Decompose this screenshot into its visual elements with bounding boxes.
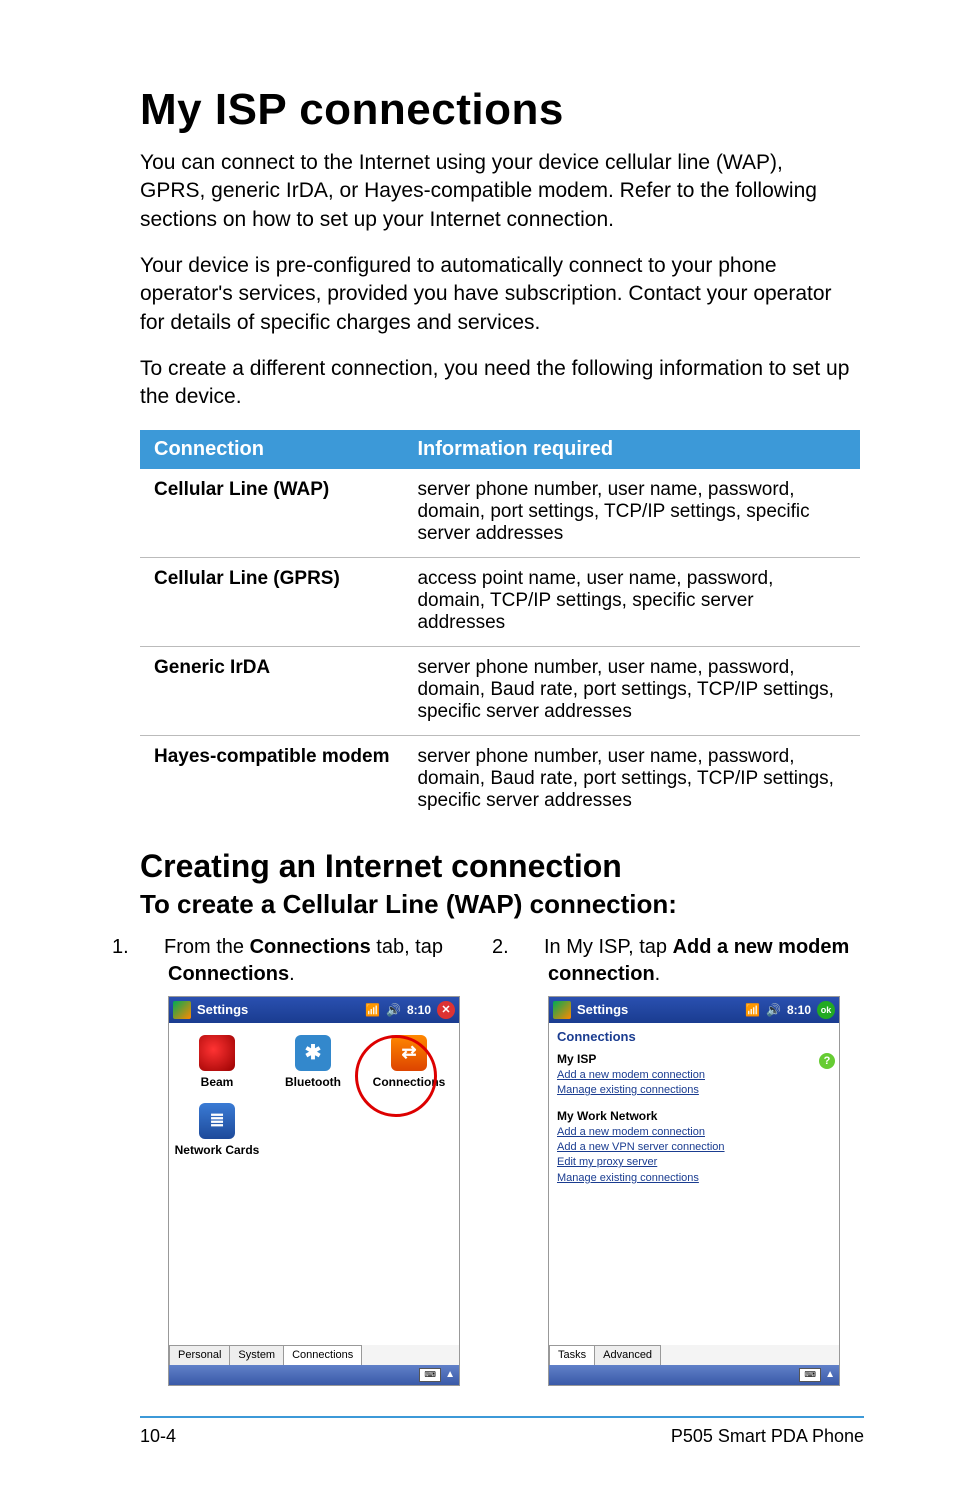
link-manage-work[interactable]: Manage existing connections [557, 1171, 831, 1186]
group-title: My Work Network [557, 1109, 831, 1123]
tab-personal[interactable]: Personal [169, 1345, 230, 1365]
speaker-icon: 🔊 [766, 1003, 781, 1017]
keyboard-icon[interactable]: ⌨ [799, 1368, 821, 1382]
link-add-vpn-work[interactable]: Add a new VPN server connection [557, 1140, 831, 1155]
conn-name: Cellular Line (WAP) [140, 469, 403, 558]
tab-system[interactable]: System [229, 1345, 284, 1365]
group-my-work-network: My Work Network Add a new modem connecti… [549, 1107, 839, 1195]
group-title: My ISP [557, 1052, 831, 1066]
bottom-bar: ⌨ ▲ [549, 1365, 839, 1385]
signal-icon: 📶 [365, 1003, 380, 1017]
ok-icon[interactable]: ok [817, 1001, 835, 1019]
close-icon[interactable]: ✕ [437, 1001, 455, 1019]
icon-beam[interactable]: Beam [169, 1031, 265, 1099]
intro-para-3: To create a different connection, you ne… [140, 355, 850, 412]
window-title: Settings [197, 1002, 248, 1017]
tab-tasks[interactable]: Tasks [549, 1345, 595, 1365]
screenshot-connections-tasks: Settings 📶 🔊 8:10 ok Connections ? My IS… [548, 996, 840, 1386]
page-footer: 10-4 P505 Smart PDA Phone [140, 1416, 864, 1447]
tab-connections[interactable]: Connections [283, 1345, 362, 1365]
table-row: Hayes-compatible modem server phone numb… [140, 735, 860, 824]
icon-connections[interactable]: ⇄ Connections [361, 1031, 457, 1099]
titlebar: Settings 📶 🔊 8:10 ok [549, 997, 839, 1023]
document-title: P505 Smart PDA Phone [671, 1426, 864, 1447]
connections-table: Connection Information required Cellular… [140, 430, 860, 824]
up-arrow-icon[interactable]: ▲ [445, 1369, 455, 1380]
signal-icon: 📶 [745, 1003, 760, 1017]
tab-bar: Tasks Advanced [549, 1345, 839, 1365]
table-row: Cellular Line (WAP) server phone number,… [140, 469, 860, 558]
table-header-connection: Connection [140, 430, 403, 469]
section-subtitle: Creating an Internet connection [140, 848, 864, 885]
table-row: Generic IrDA server phone number, user n… [140, 646, 860, 735]
page-header: Connections [549, 1023, 839, 1050]
start-flag-icon[interactable] [553, 1001, 571, 1019]
icon-label: Connections [373, 1075, 446, 1089]
group-my-isp: My ISP Add a new modem connection Manage… [549, 1050, 839, 1107]
link-manage-isp[interactable]: Manage existing connections [557, 1083, 831, 1098]
step-number: 1. [140, 934, 164, 961]
conn-name: Hayes-compatible modem [140, 735, 403, 824]
bluetooth-icon: ✱ [295, 1035, 331, 1071]
page-title: My ISP connections [140, 85, 864, 135]
step-1-text: 1.From the Connections tab, tap Connecti… [140, 934, 480, 988]
window-title: Settings [577, 1002, 628, 1017]
titlebar: Settings 📶 🔊 8:10 ✕ [169, 997, 459, 1023]
speaker-icon: 🔊 [386, 1003, 401, 1017]
link-add-modem-isp[interactable]: Add a new modem connection [557, 1068, 831, 1083]
page-number: 10-4 [140, 1426, 176, 1447]
help-icon[interactable]: ? [819, 1053, 835, 1069]
icon-network-cards[interactable]: ≣ Network Cards [169, 1099, 265, 1167]
link-edit-proxy[interactable]: Edit my proxy server [557, 1155, 831, 1170]
tab-bar: Personal System Connections [169, 1345, 459, 1365]
conn-name: Generic IrDA [140, 646, 403, 735]
step-number: 2. [520, 934, 544, 961]
up-arrow-icon[interactable]: ▲ [825, 1369, 835, 1380]
link-add-modem-work[interactable]: Add a new modem connection [557, 1125, 831, 1140]
bottom-bar: ⌨ ▲ [169, 1365, 459, 1385]
table-row: Cellular Line (GPRS) access point name, … [140, 557, 860, 646]
screenshot-settings-icons: Settings 📶 🔊 8:10 ✕ Beam [168, 996, 460, 1386]
connections-icon: ⇄ [391, 1035, 427, 1071]
network-cards-icon: ≣ [199, 1103, 235, 1139]
conn-info: server phone number, user name, password… [403, 646, 860, 735]
clock: 8:10 [407, 1003, 431, 1017]
icon-label: Beam [201, 1075, 234, 1089]
table-header-info: Information required [403, 430, 860, 469]
conn-info: access point name, user name, password, … [403, 557, 860, 646]
beam-icon [199, 1035, 235, 1071]
conn-name: Cellular Line (GPRS) [140, 557, 403, 646]
keyboard-icon[interactable]: ⌨ [419, 1368, 441, 1382]
step-2-text: 2.In My ISP, tap Add a new modem connect… [520, 934, 860, 988]
icon-label: Bluetooth [285, 1075, 341, 1089]
tab-advanced[interactable]: Advanced [594, 1345, 661, 1365]
intro-para-1: You can connect to the Internet using yo… [140, 149, 850, 234]
clock: 8:10 [787, 1003, 811, 1017]
icon-bluetooth[interactable]: ✱ Bluetooth [265, 1031, 361, 1099]
conn-info: server phone number, user name, password… [403, 735, 860, 824]
conn-info: server phone number, user name, password… [403, 469, 860, 558]
start-flag-icon[interactable] [173, 1001, 191, 1019]
procedure-title: To create a Cellular Line (WAP) connecti… [140, 889, 864, 920]
icon-label: Network Cards [175, 1143, 260, 1157]
intro-para-2: Your device is pre-configured to automat… [140, 252, 850, 337]
